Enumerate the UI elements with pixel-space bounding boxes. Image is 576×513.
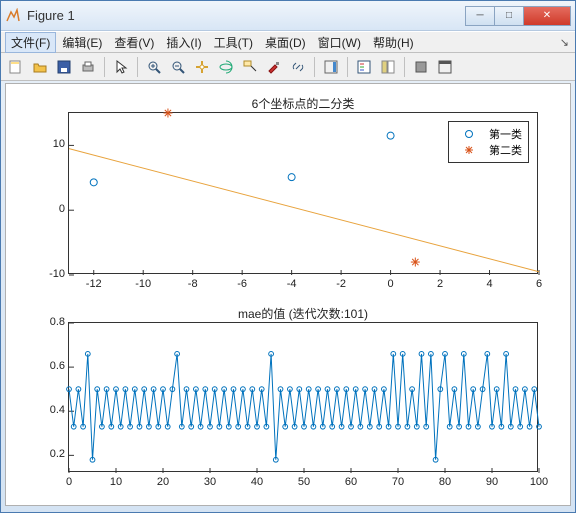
pan-icon[interactable] [191, 56, 213, 78]
xtick-label: -10 [133, 278, 153, 290]
link-icon[interactable] [287, 56, 309, 78]
menu-insert[interactable]: 插入(I) [160, 32, 207, 53]
plot-tools-icon[interactable] [377, 56, 399, 78]
menu-desktop[interactable]: 桌面(D) [259, 32, 312, 53]
figure-window: Figure 1 ─ □ ✕ 文件(F) 编辑(E) 查看(V) 插入(I) 工… [0, 0, 576, 513]
xtick-label: -8 [183, 278, 203, 290]
toolbar-sep [347, 57, 348, 77]
menu-overflow-icon[interactable]: ↘ [560, 36, 569, 49]
menubar: 文件(F) 编辑(E) 查看(V) 插入(I) 工具(T) 桌面(D) 窗口(W… [1, 31, 575, 53]
ytick-label: -10 [35, 268, 65, 280]
title-text: Figure 1 [27, 8, 466, 23]
hide-tools-icon[interactable] [410, 56, 432, 78]
xtick-label: 60 [339, 476, 363, 488]
insert-legend-icon[interactable] [353, 56, 375, 78]
menu-view[interactable]: 查看(V) [108, 32, 160, 53]
figure-canvas: 6个坐标点的二分类 第一类 第二类 -12 -10 -8 -6 -4 -2 0 2 4 6 -10 0… [5, 83, 571, 506]
menu-file[interactable]: 文件(F) [5, 32, 56, 53]
axes-bottom-title: mae的值 (迭代次数:101) [69, 305, 537, 322]
save-icon[interactable] [53, 56, 75, 78]
titlebar[interactable]: Figure 1 ─ □ ✕ [1, 1, 575, 31]
xtick-label: -2 [331, 278, 351, 290]
maximize-button[interactable]: □ [494, 6, 524, 26]
rotate3d-icon[interactable] [215, 56, 237, 78]
xtick-label: 0 [381, 278, 401, 290]
toolbar-sep [404, 57, 405, 77]
xtick-label: -6 [232, 278, 252, 290]
brush-icon[interactable] [263, 56, 285, 78]
menu-window[interactable]: 窗口(W) [312, 32, 367, 53]
xtick-label: 20 [151, 476, 175, 488]
xtick-label: 30 [198, 476, 222, 488]
toolbar-sep [104, 57, 105, 77]
xtick-label: 40 [245, 476, 269, 488]
xtick-label: 70 [386, 476, 410, 488]
minimize-button[interactable]: ─ [465, 6, 495, 26]
xtick-label: 6 [529, 278, 549, 290]
legend-entry-1: 第一类 [489, 126, 522, 142]
ytick-label: 0.4 [35, 404, 65, 416]
xtick-label: 0 [57, 476, 81, 488]
toolbar [1, 53, 575, 81]
print-icon[interactable] [77, 56, 99, 78]
xtick-label: 10 [104, 476, 128, 488]
axes-top-title: 6个坐标点的二分类 [69, 95, 537, 112]
datacursor-icon[interactable] [239, 56, 261, 78]
menu-edit[interactable]: 编辑(E) [56, 32, 108, 53]
xtick-label: 80 [433, 476, 457, 488]
toolbar-sep [314, 57, 315, 77]
colorbar-icon[interactable] [320, 56, 342, 78]
menu-tools[interactable]: 工具(T) [208, 32, 259, 53]
menu-help[interactable]: 帮助(H) [367, 32, 420, 53]
legend[interactable]: 第一类 第二类 [448, 121, 529, 163]
ytick-label: 10 [35, 138, 65, 150]
xtick-label: 50 [292, 476, 316, 488]
xtick-label: 2 [430, 278, 450, 290]
legend-entry-2: 第二类 [489, 142, 522, 158]
ytick-label: 0 [35, 203, 65, 215]
xtick-label: -4 [282, 278, 302, 290]
axes-top[interactable]: 6个坐标点的二分类 第一类 第二类 -12-10-8-6-4-20246-100… [68, 112, 538, 274]
axes-bottom[interactable]: mae的值 (迭代次数:101) 01020304050607080901000… [68, 322, 538, 472]
new-figure-icon[interactable] [5, 56, 27, 78]
ytick-label: 0.8 [35, 316, 65, 328]
xtick-label: 100 [527, 476, 551, 488]
open-icon[interactable] [29, 56, 51, 78]
xtick-label: -12 [84, 278, 104, 290]
ytick-label: 0.6 [35, 360, 65, 372]
xtick-label: 4 [480, 278, 500, 290]
zoom-in-icon[interactable] [143, 56, 165, 78]
dock-icon[interactable] [434, 56, 456, 78]
pointer-icon[interactable] [110, 56, 132, 78]
zoom-out-icon[interactable] [167, 56, 189, 78]
close-button[interactable]: ✕ [523, 6, 571, 26]
ytick-label: 0.2 [35, 448, 65, 460]
xtick-label: 90 [480, 476, 504, 488]
matlab-icon [5, 8, 21, 24]
toolbar-sep [137, 57, 138, 77]
